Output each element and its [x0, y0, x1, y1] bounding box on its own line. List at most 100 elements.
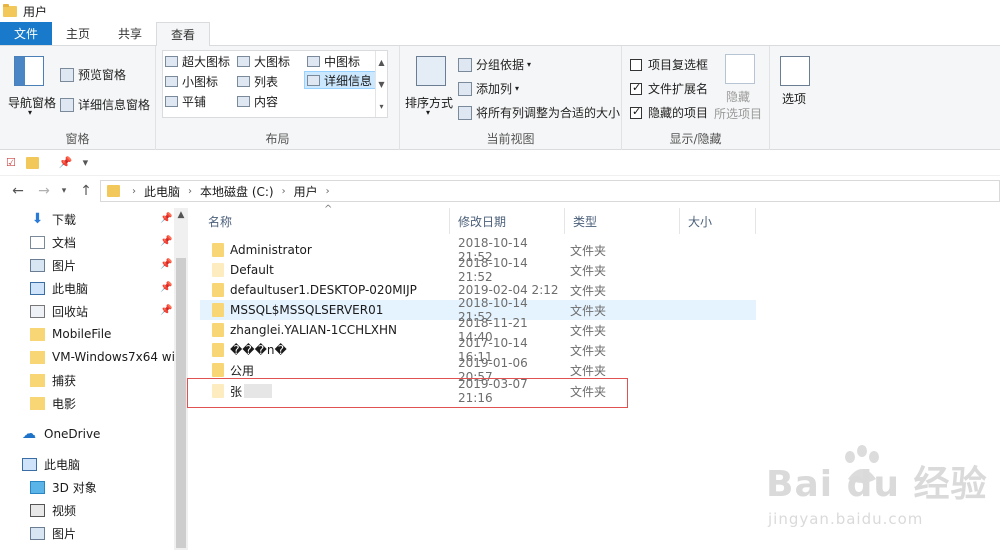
sort-by-button[interactable]: 排序方式 ▾: [404, 52, 454, 117]
nav-item-movies[interactable]: 电影: [30, 392, 76, 414]
chevron-up-icon[interactable]: ▲: [174, 210, 188, 220]
add-columns-button[interactable]: 添加列 ▾: [458, 80, 519, 97]
layout-item-label: 超大图标: [182, 54, 231, 69]
breadcrumb-separator-icon[interactable]: ›: [188, 186, 192, 197]
nav-pane-button[interactable]: 导航窗格 ▾: [8, 52, 56, 117]
hidden-items-toggle[interactable]: 隐藏的项目: [630, 104, 708, 121]
pin-icon[interactable]: 📌: [160, 282, 172, 293]
column-header-size[interactable]: 大小: [680, 208, 756, 234]
nav-item-this-pc-tree[interactable]: 此电脑: [22, 453, 80, 475]
layout-list[interactable]: 列表: [237, 72, 278, 90]
tab-home[interactable]: 主页: [52, 22, 104, 45]
preview-pane-label: 预览窗格: [78, 68, 127, 82]
group-by-button[interactable]: 分组依据 ▾: [458, 56, 531, 73]
breadcrumb-separator-icon[interactable]: ›: [326, 186, 330, 197]
breadcrumb-this-pc[interactable]: 此电脑: [144, 183, 180, 200]
pin-icon[interactable]: 📌: [59, 156, 73, 169]
forward-arrow-icon[interactable]: →: [36, 183, 52, 199]
nav-item-label: 视频: [52, 503, 77, 518]
breadcrumb-separator-icon[interactable]: ›: [132, 186, 136, 197]
item-checkboxes-toggle[interactable]: 项目复选框: [630, 56, 708, 73]
folder-icon: [212, 243, 224, 257]
recent-locations-icon[interactable]: ▾: [56, 186, 72, 196]
layout-content[interactable]: 内容: [237, 92, 278, 110]
properties-icon[interactable]: ☑: [6, 156, 16, 169]
layout-small-icons[interactable]: 小图标: [165, 72, 218, 90]
layout-item-label: 内容: [254, 94, 279, 109]
nav-item-label: 图片: [52, 258, 77, 273]
tab-share[interactable]: 共享: [104, 22, 156, 45]
address-bar[interactable]: › 此电脑 › 本地磁盘 (C:) › 用户 ›: [100, 180, 1000, 202]
up-arrow-icon[interactable]: ↑: [78, 183, 94, 199]
size-all-columns-button[interactable]: 将所有列调整为合适的大小: [458, 104, 620, 121]
nav-item-downloads[interactable]: ⬇ 下载: [30, 208, 76, 230]
details-pane-icon: [60, 97, 74, 112]
column-header-name[interactable]: 名称: [200, 208, 450, 234]
layout-medium-icons[interactable]: 中图标: [307, 52, 360, 70]
details-pane-button[interactable]: 详细信息窗格: [60, 96, 150, 113]
nav-item-label: 电影: [52, 396, 77, 411]
add-columns-icon: [458, 81, 472, 96]
layout-tiles[interactable]: 平铺: [165, 92, 206, 110]
chevron-down-icon: ▾: [426, 108, 431, 117]
file-name: 公用: [230, 363, 255, 378]
checkbox[interactable]: [630, 58, 642, 71]
chevron-down-icon[interactable]: ▼: [378, 80, 384, 89]
options-button[interactable]: 选项: [776, 56, 816, 116]
quick-access-toolbar: ☑ 📌 ▾: [0, 150, 1000, 176]
nav-item-label: MobileFile: [52, 327, 112, 341]
nav-item-label: 3D 对象: [52, 480, 97, 495]
nav-item-onedrive[interactable]: ☁ OneDrive: [22, 423, 100, 445]
layout-details[interactable]: 详细信息: [304, 71, 377, 89]
chevron-up-icon[interactable]: ▲: [378, 58, 384, 67]
pin-icon[interactable]: 📌: [160, 213, 172, 224]
nav-item-pictures-pc[interactable]: 图片: [30, 522, 76, 544]
tiles-icon: [165, 95, 178, 107]
back-arrow-icon[interactable]: ←: [10, 183, 26, 199]
tab-view[interactable]: 查看: [156, 22, 211, 46]
checkbox-checked[interactable]: [630, 105, 642, 119]
pin-icon[interactable]: 📌: [160, 259, 172, 270]
preview-pane-icon: [60, 67, 74, 82]
panes-group-label: 窗格: [65, 132, 90, 146]
nav-item-recycle-bin[interactable]: 回收站: [30, 300, 88, 322]
nav-item-documents[interactable]: 文档: [30, 231, 76, 253]
documents-icon: [30, 235, 45, 249]
nav-item-pictures[interactable]: 图片: [30, 254, 76, 276]
nav-item-3d-objects[interactable]: 3D 对象: [30, 476, 97, 498]
breadcrumb-separator-icon[interactable]: ›: [282, 186, 286, 197]
nav-item-this-pc[interactable]: 此电脑: [30, 277, 88, 299]
options-label: 选项: [782, 92, 807, 106]
column-header-type[interactable]: 类型: [565, 208, 680, 234]
file-extensions-toggle[interactable]: 文件扩展名: [630, 80, 708, 97]
nav-item-label: VM-Windows7x64 with: [52, 350, 188, 364]
pin-icon[interactable]: 📌: [160, 236, 172, 247]
folder-icon: [30, 396, 45, 410]
customize-toolbar-icon[interactable]: ▾: [83, 156, 89, 169]
nav-item-mobilefile[interactable]: MobileFile: [30, 323, 111, 345]
layout-extra-large-icons[interactable]: 超大图标: [165, 52, 230, 70]
pin-icon[interactable]: 📌: [160, 305, 172, 316]
new-folder-icon[interactable]: [25, 156, 39, 169]
pictures-icon: [30, 258, 45, 272]
nav-item-videos[interactable]: 视频: [30, 499, 76, 521]
expand-gallery-icon[interactable]: ▾: [379, 102, 383, 111]
scrollbar-thumb[interactable]: [176, 258, 186, 548]
nav-pane-scrollbar[interactable]: ▲: [174, 208, 188, 550]
nav-item-captures[interactable]: 捕获: [30, 369, 76, 391]
checkbox-checked[interactable]: [630, 81, 642, 95]
column-header-modified[interactable]: 修改日期: [450, 208, 565, 234]
computer-icon: [22, 457, 37, 471]
nav-item-label: 捕获: [52, 373, 77, 388]
window-title: 用户: [23, 4, 48, 19]
tab-file[interactable]: 文件: [0, 22, 53, 45]
hide-selected-items-button[interactable]: 隐藏 所选项目: [714, 54, 766, 124]
layout-gallery-scroll[interactable]: ▲ ▼ ▾: [375, 51, 387, 117]
layout-large-icons[interactable]: 大图标: [237, 52, 290, 70]
content-icon: [237, 95, 250, 107]
preview-pane-button[interactable]: 预览窗格: [60, 66, 126, 83]
breadcrumb-users[interactable]: 用户: [294, 183, 318, 200]
file-row[interactable]: Default 2018-10-14 21:52 文件夹: [200, 256, 756, 284]
nav-item-vm-windows7[interactable]: VM-Windows7x64 with: [30, 346, 187, 368]
breadcrumb-local-disk[interactable]: 本地磁盘 (C:): [200, 183, 274, 200]
